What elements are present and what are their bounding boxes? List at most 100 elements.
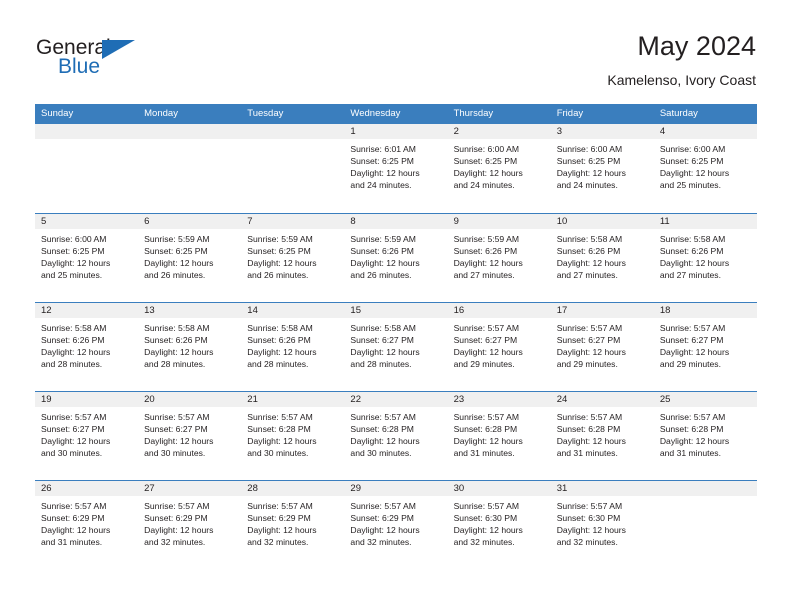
sunset-text: Sunset: 6:26 PM: [556, 246, 621, 257]
daylight-text-line2: and 27 minutes.: [659, 270, 721, 281]
day-cell[interactable]: 2 Sunrise: 6:00 AM Sunset: 6:25 PM Dayli…: [447, 124, 551, 213]
day-cell[interactable]: 24 Sunrise: 5:57 AM Sunset: 6:28 PM Dayl…: [550, 392, 654, 480]
day-cell[interactable]: 7 Sunrise: 5:59 AM Sunset: 6:25 PM Dayli…: [241, 214, 345, 302]
daylight-text-line2: and 27 minutes.: [453, 270, 515, 281]
sunrise-text: Sunrise: 5:57 AM: [659, 323, 726, 333]
day-number: [653, 481, 757, 496]
day-cell[interactable]: 5 Sunrise: 6:00 AM Sunset: 6:25 PM Dayli…: [35, 214, 139, 302]
daylight-text-line1: Daylight: 12 hours: [556, 347, 626, 358]
daylight-text-line2: and 25 minutes.: [41, 270, 103, 281]
sunrise-text: Sunrise: 5:58 AM: [659, 234, 726, 244]
day-details: Sunrise: 5:58 AM Sunset: 6:26 PM Dayligh…: [241, 318, 344, 370]
day-cell[interactable]: 21 Sunrise: 5:57 AM Sunset: 6:28 PM Dayl…: [241, 392, 345, 480]
day-cell[interactable]: 17 Sunrise: 5:57 AM Sunset: 6:27 PM Dayl…: [550, 303, 654, 391]
day-cell[interactable]: 8 Sunrise: 5:59 AM Sunset: 6:26 PM Dayli…: [344, 214, 448, 302]
logo-text-blue: Blue: [58, 55, 101, 78]
sunrise-text: Sunrise: 5:59 AM: [247, 234, 313, 244]
day-cell[interactable]: 11 Sunrise: 5:58 AM Sunset: 6:26 PM Dayl…: [653, 214, 757, 302]
daylight-text-line2: and 32 minutes.: [144, 537, 206, 548]
daylight-text-line1: Daylight: 12 hours: [556, 525, 626, 536]
daylight-text-line1: Daylight: 12 hours: [41, 347, 111, 358]
sunset-text: Sunset: 6:29 PM: [144, 513, 208, 524]
day-cell[interactable]: [241, 124, 345, 213]
day-number: 30: [447, 481, 551, 496]
sunset-text: Sunset: 6:25 PM: [350, 156, 414, 167]
day-cell[interactable]: 29 Sunrise: 5:57 AM Sunset: 6:29 PM Dayl…: [344, 481, 448, 569]
sunrise-text: Sunrise: 6:01 AM: [350, 144, 416, 154]
day-details: Sunrise: 5:57 AM Sunset: 6:27 PM Dayligh…: [551, 318, 654, 370]
sunrise-text: Sunrise: 5:59 AM: [350, 234, 416, 244]
sunset-text: Sunset: 6:26 PM: [247, 335, 311, 346]
day-details: Sunrise: 5:57 AM Sunset: 6:30 PM Dayligh…: [448, 496, 551, 548]
day-number: 24: [550, 392, 654, 407]
day-cell[interactable]: 22 Sunrise: 5:57 AM Sunset: 6:28 PM Dayl…: [344, 392, 448, 480]
sunrise-text: Sunrise: 5:57 AM: [144, 501, 210, 511]
day-details: Sunrise: 5:57 AM Sunset: 6:29 PM Dayligh…: [344, 496, 447, 548]
day-cell[interactable]: 27 Sunrise: 5:57 AM Sunset: 6:29 PM Dayl…: [138, 481, 242, 569]
sunset-text: Sunset: 6:25 PM: [453, 156, 518, 167]
day-cell[interactable]: [35, 124, 139, 213]
daylight-text-line1: Daylight: 12 hours: [350, 347, 420, 358]
day-number: 14: [241, 303, 345, 318]
daylight-text-line1: Daylight: 12 hours: [247, 525, 317, 536]
day-cell[interactable]: 16 Sunrise: 5:57 AM Sunset: 6:27 PM Dayl…: [447, 303, 551, 391]
day-details: Sunrise: 5:58 AM Sunset: 6:26 PM Dayligh…: [654, 229, 757, 281]
sunset-text: Sunset: 6:25 PM: [41, 246, 105, 257]
day-cell[interactable]: 6 Sunrise: 5:59 AM Sunset: 6:25 PM Dayli…: [138, 214, 242, 302]
day-cell[interactable]: 28 Sunrise: 5:57 AM Sunset: 6:29 PM Dayl…: [241, 481, 345, 569]
sunset-text: Sunset: 6:25 PM: [659, 156, 724, 167]
daylight-text-line1: Daylight: 12 hours: [350, 168, 420, 179]
sunset-text: Sunset: 6:26 PM: [659, 246, 724, 257]
sunset-text: Sunset: 6:26 PM: [144, 335, 208, 346]
daylight-text-line1: Daylight: 12 hours: [453, 347, 523, 358]
day-cell[interactable]: 12 Sunrise: 5:58 AM Sunset: 6:26 PM Dayl…: [35, 303, 139, 391]
day-cell[interactable]: 23 Sunrise: 5:57 AM Sunset: 6:28 PM Dayl…: [447, 392, 551, 480]
daylight-text-line1: Daylight: 12 hours: [41, 258, 111, 269]
day-details: Sunrise: 5:57 AM Sunset: 6:27 PM Dayligh…: [448, 318, 551, 370]
day-cell[interactable]: 25 Sunrise: 5:57 AM Sunset: 6:28 PM Dayl…: [653, 392, 757, 480]
day-cell[interactable]: 15 Sunrise: 5:58 AM Sunset: 6:27 PM Dayl…: [344, 303, 448, 391]
day-cell[interactable]: [653, 481, 757, 569]
day-cell[interactable]: 14 Sunrise: 5:58 AM Sunset: 6:26 PM Dayl…: [241, 303, 345, 391]
day-cell[interactable]: 3 Sunrise: 6:00 AM Sunset: 6:25 PM Dayli…: [550, 124, 654, 213]
day-cell[interactable]: 9 Sunrise: 5:59 AM Sunset: 6:26 PM Dayli…: [447, 214, 551, 302]
day-number: 5: [35, 214, 139, 229]
sunrise-text: Sunrise: 6:00 AM: [556, 144, 623, 154]
day-cell[interactable]: 13 Sunrise: 5:58 AM Sunset: 6:26 PM Dayl…: [138, 303, 242, 391]
sunset-text: Sunset: 6:27 PM: [556, 335, 621, 346]
day-cell[interactable]: [138, 124, 242, 213]
day-number: 1: [344, 124, 448, 139]
daylight-text-line2: and 29 minutes.: [453, 359, 515, 370]
day-cell[interactable]: 20 Sunrise: 5:57 AM Sunset: 6:27 PM Dayl…: [138, 392, 242, 480]
sunrise-text: Sunrise: 5:58 AM: [247, 323, 313, 333]
day-details: Sunrise: 6:00 AM Sunset: 6:25 PM Dayligh…: [448, 139, 551, 191]
daylight-text-line1: Daylight: 12 hours: [350, 436, 420, 447]
day-details: Sunrise: 5:59 AM Sunset: 6:26 PM Dayligh…: [448, 229, 551, 281]
daylight-text-line1: Daylight: 12 hours: [144, 525, 214, 536]
day-details: Sunrise: 5:57 AM Sunset: 6:28 PM Dayligh…: [654, 407, 757, 459]
day-details: Sunrise: 5:57 AM Sunset: 6:28 PM Dayligh…: [448, 407, 551, 459]
day-number: 12: [35, 303, 139, 318]
day-cell[interactable]: 19 Sunrise: 5:57 AM Sunset: 6:27 PM Dayl…: [35, 392, 139, 480]
day-cell[interactable]: 26 Sunrise: 5:57 AM Sunset: 6:29 PM Dayl…: [35, 481, 139, 569]
day-number: 31: [550, 481, 654, 496]
sunrise-text: Sunrise: 5:57 AM: [41, 412, 107, 422]
weekday-header-saturday: Saturday: [659, 108, 698, 119]
day-details: Sunrise: 5:57 AM Sunset: 6:28 PM Dayligh…: [551, 407, 654, 459]
day-cell[interactable]: 31 Sunrise: 5:57 AM Sunset: 6:30 PM Dayl…: [550, 481, 654, 569]
day-cell[interactable]: 10 Sunrise: 5:58 AM Sunset: 6:26 PM Dayl…: [550, 214, 654, 302]
day-cell[interactable]: 30 Sunrise: 5:57 AM Sunset: 6:30 PM Dayl…: [447, 481, 551, 569]
day-number: 22: [344, 392, 448, 407]
daylight-text-line2: and 31 minutes.: [41, 537, 103, 548]
day-cell[interactable]: 4 Sunrise: 6:00 AM Sunset: 6:25 PM Dayli…: [653, 124, 757, 213]
day-cell[interactable]: 1 Sunrise: 6:01 AM Sunset: 6:25 PM Dayli…: [344, 124, 448, 213]
daylight-text-line2: and 32 minutes.: [556, 537, 618, 548]
calendar-page: General Blue May 2024 Kamelenso, Ivory C…: [0, 0, 792, 612]
day-number: 17: [550, 303, 654, 318]
sunrise-text: Sunrise: 5:57 AM: [556, 412, 623, 422]
sunset-text: Sunset: 6:25 PM: [247, 246, 311, 257]
day-cell[interactable]: 18 Sunrise: 5:57 AM Sunset: 6:27 PM Dayl…: [653, 303, 757, 391]
page-header: General Blue May 2024 Kamelenso, Ivory C…: [0, 0, 792, 103]
daylight-text-line2: and 27 minutes.: [556, 270, 618, 281]
daylight-text-line2: and 26 minutes.: [247, 270, 309, 281]
